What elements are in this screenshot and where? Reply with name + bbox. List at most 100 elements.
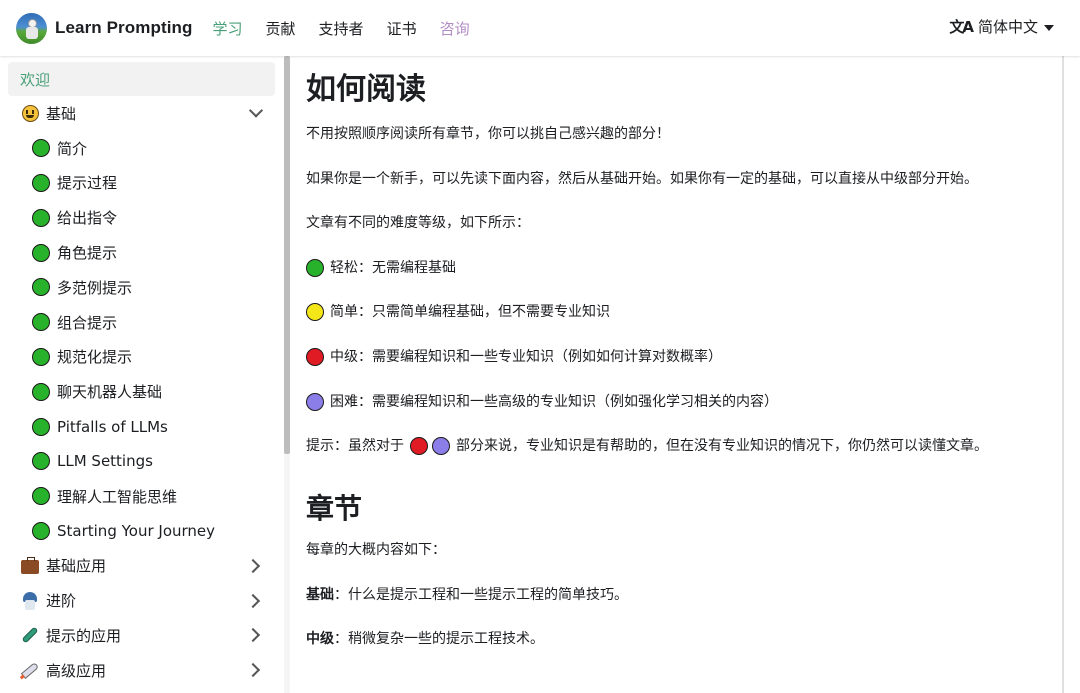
easy-level-icon (32, 417, 50, 436)
easy-level-icon (32, 313, 50, 332)
chevron-right-icon[interactable] (245, 593, 261, 608)
level-simple: 简单：只需简单编程基础，但不需要专业知识 (306, 302, 1062, 322)
sidebar-item-welcome[interactable]: 欢迎 (8, 62, 275, 96)
chapter-name: 基础 (306, 586, 334, 603)
sidebar-item-label: 角色提示 (57, 244, 118, 263)
sidebar-item-label: 聊天机器人基础 (57, 383, 163, 402)
paragraph-text: 文章有不同的难度等级，如下所示： (306, 215, 530, 232)
chapters-heading: 章节 (306, 492, 363, 526)
sidebar-item-label: 简介 (57, 139, 88, 158)
translate-icon: 文A (949, 18, 974, 36)
easy-level-icon (32, 208, 50, 227)
easy-level-icon (32, 243, 50, 262)
tip-prefix: 提示：虽然对于 (306, 438, 404, 455)
smiley-icon (21, 104, 39, 122)
briefcase-icon (21, 557, 39, 575)
page-scrollbar-track[interactable] (1062, 56, 1064, 693)
nav-link-contribute[interactable]: 贡献 (266, 14, 296, 43)
level-text: 轻松：无需编程基础 (330, 259, 456, 276)
sidebar-item-label: 提示过程 (57, 174, 118, 193)
chevron-right-icon[interactable] (245, 558, 261, 573)
sidebar-category-advanced-applications[interactable]: 高级应用 (8, 653, 275, 688)
top-navbar: Learn Prompting 学习 贡献 支持者 证书 咨询 文A 简体中文 (0, 0, 1080, 56)
nav-link-consulting[interactable]: 咨询 (440, 14, 470, 43)
easy-level-icon (32, 173, 50, 192)
sidebar-item-llm-settings[interactable]: LLM Settings (8, 444, 275, 479)
sidebar-item-label: 给出指令 (57, 209, 118, 228)
sidebar-category-basics[interactable]: 基础 (8, 96, 275, 131)
sidebar-item-label: 理解人工智能思维 (57, 487, 178, 506)
mage-icon (21, 591, 39, 610)
intermediate-level-icon (410, 437, 428, 456)
easy-level-icon (32, 521, 50, 540)
chevron-down-icon[interactable] (248, 103, 264, 118)
level-text: 中级：需要编程知识和一些专业知识（例如如何计算对数概率） (330, 348, 722, 365)
brand-link[interactable]: Learn Prompting (16, 12, 193, 44)
chapter-desc: ：什么是提示工程和一些提示工程的简单技巧。 (334, 586, 628, 603)
sidebar-item-formalizing[interactable]: 规范化提示 (8, 340, 275, 375)
chapters-intro: 每章的大概内容如下： (306, 540, 1062, 560)
sidebar-item-combining[interactable]: 组合提示 (8, 305, 275, 340)
level-text: 困难：需要编程知识和一些高级的专业知识（例如强化学习相关的内容） (330, 393, 778, 410)
level-easy: 轻松：无需编程基础 (306, 258, 1062, 278)
level-hard: 困难：需要编程知识和一些高级的专业知识（例如强化学习相关的内容） (306, 392, 1062, 412)
paragraph-text: 不用按照顺序阅读所有章节，你可以挑自己感兴趣的部分！ (306, 126, 670, 142)
hard-level-icon (432, 437, 450, 456)
sidebar-item-ai-minds[interactable]: 理解人工智能思维 (8, 479, 275, 514)
chevron-right-icon[interactable] (245, 663, 261, 678)
sidebar-category-label: 提示的应用 (46, 626, 122, 645)
sidebar-category-label: 进阶 (46, 592, 77, 611)
nav-links: 学习 贡献 支持者 证书 咨询 (213, 14, 493, 43)
sidebar-item-starting-journey[interactable]: Starting Your Journey (8, 514, 275, 549)
chapter-intermediate: 中级 ：稍微复杂一些的提示工程技术。 (306, 629, 1062, 649)
chevron-right-icon[interactable] (245, 628, 261, 643)
main-content: 如何阅读 不用按照顺序阅读所有章节，你可以挑自己感兴趣的部分！ 如果你是一个新手… (290, 56, 1062, 693)
sidebar-item-prompting-process[interactable]: 提示过程 (8, 166, 275, 201)
level-intermediate: 中级：需要编程知识和一些专业知识（例如如何计算对数概率） (306, 347, 1062, 367)
sidebar-item-intro[interactable]: 简介 (8, 131, 275, 166)
sidebar-item-instructions[interactable]: 给出指令 (8, 200, 275, 235)
intro-paragraph-3: 文章有不同的难度等级，如下所示： (306, 213, 1062, 233)
nav-link-supporters[interactable]: 支持者 (319, 14, 364, 43)
sidebar-category-intermediate[interactable]: 进阶 (8, 583, 275, 618)
easy-level-icon (32, 347, 50, 366)
language-label: 简体中文 (977, 18, 1038, 36)
intermediate-level-icon (306, 347, 324, 366)
nav-link-certificate[interactable]: 证书 (387, 14, 417, 43)
sidebar-item-label: 多范例提示 (57, 278, 133, 297)
sidebar-item-role-prompting[interactable]: 角色提示 (8, 235, 275, 270)
sidebar-category-label: 基础应用 (46, 557, 107, 576)
paragraph-text: 每章的大概内容如下： (306, 542, 446, 559)
easy-level-icon (32, 139, 50, 158)
paragraph-text: 如果你是一个新手，可以先读下面内容，然后从基础开始。如果你有一定的基础，可以直接… (306, 170, 978, 187)
sidebar-category-label: 高级应用 (46, 661, 107, 680)
hard-level-icon (306, 392, 324, 411)
easy-level-icon (32, 487, 50, 506)
chapter-basics: 基础 ：什么是提示工程和一些提示工程的简单技巧。 (306, 585, 1062, 605)
intro-paragraph-1: 不用按照顺序阅读所有章节，你可以挑自己感兴趣的部分！ (306, 124, 1062, 144)
sidebar-category-basic-applications[interactable]: 基础应用 (8, 548, 275, 583)
tip-suffix: 部分来说，专业知识是有帮助的，但在没有专业知识的情况下，你仍然可以读懂文章。 (456, 438, 988, 455)
rocket-icon (20, 661, 40, 679)
sidebar-item-label: 组合提示 (57, 313, 118, 332)
sidebar-item-label: LLM Settings (57, 452, 153, 471)
sidebar-item-few-shot[interactable]: 多范例提示 (8, 270, 275, 305)
brand-title: Learn Prompting (55, 18, 193, 37)
easy-level-icon (32, 278, 50, 297)
sidebar-item-label: 规范化提示 (57, 348, 133, 367)
easy-level-icon (32, 382, 50, 401)
chapter-name: 中级 (306, 631, 334, 648)
sidebar-item-pitfalls[interactable]: Pitfalls of LLMs (8, 409, 275, 444)
sidebar-item-label: Pitfalls of LLMs (57, 417, 168, 436)
language-dropdown[interactable]: 文A 简体中文 (949, 16, 1054, 37)
sidebar-category-applied-prompting[interactable]: 提示的应用 (8, 618, 275, 653)
level-text: 简单：只需简单编程基础，但不需要专业知识 (330, 304, 610, 321)
sidebar: 欢迎 基础 简介 提示过程 给出指令 角色提示 多范例提示 组合提示 规范化提示… (0, 56, 290, 693)
intro-paragraph-2: 如果你是一个新手，可以先读下面内容，然后从基础开始。如果你有一定的基础，可以直接… (306, 169, 1062, 189)
sidebar-category-label: 基础 (46, 104, 77, 123)
nav-link-learn[interactable]: 学习 (213, 14, 243, 43)
easy-level-icon (306, 258, 324, 277)
chapter-desc: ：稍微复杂一些的提示工程技术。 (334, 631, 544, 648)
page-title: 如何阅读 (306, 72, 426, 107)
sidebar-item-chatbot-basics[interactable]: 聊天机器人基础 (8, 374, 275, 409)
